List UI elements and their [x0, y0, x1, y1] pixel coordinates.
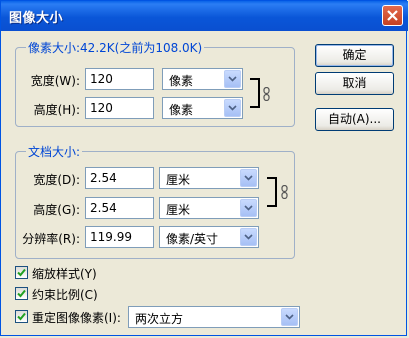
resolution-unit-value: 像素/英寸 — [166, 232, 219, 246]
auto-button[interactable]: 自动(A)... — [315, 108, 394, 131]
chevron-down-icon — [244, 234, 253, 240]
checkmark-icon — [17, 289, 26, 298]
close-button[interactable] — [382, 5, 403, 26]
pixel-width-label: 宽度(W): — [30, 74, 80, 88]
chain-link-icon — [263, 87, 270, 101]
close-icon — [387, 10, 398, 21]
resolution-unit-select[interactable]: 像素/英寸 — [159, 226, 259, 248]
scale-styles-checkbox[interactable] — [15, 266, 28, 279]
document-height-unit-select[interactable]: 厘米 — [159, 197, 259, 219]
document-width-input[interactable]: 2.54 — [85, 167, 154, 189]
pixel-height-unit-select[interactable]: 像素 — [162, 97, 243, 119]
document-height-label: 高度(G): — [33, 203, 80, 217]
dropdown-arrow-button[interactable] — [224, 99, 241, 117]
resample-method-select[interactable]: 两次立方 — [128, 306, 300, 328]
document-constrain-bracket — [267, 177, 277, 207]
resolution-label: 分辨率(R): — [22, 232, 80, 246]
checkmark-icon — [17, 268, 26, 277]
pixel-height-unit-value: 像素 — [169, 103, 194, 117]
document-width-label: 宽度(D): — [33, 173, 80, 187]
document-height-input[interactable]: 2.54 — [85, 197, 154, 219]
resolution-input[interactable]: 119.99 — [85, 226, 154, 248]
pixel-width-unit-value: 像素 — [169, 74, 194, 88]
document-height-unit-value: 厘米 — [166, 203, 191, 217]
dropdown-arrow-button[interactable] — [240, 169, 257, 187]
constrain-proportions-label[interactable]: 约束比例(C) — [32, 286, 98, 303]
pixel-height-input[interactable]: 120 — [85, 97, 154, 119]
chevron-down-icon — [244, 175, 253, 181]
resample-method-value: 两次立方 — [135, 312, 184, 326]
dropdown-arrow-button[interactable] — [281, 308, 298, 326]
dialog-title: 图像大小 — [9, 11, 64, 26]
dropdown-arrow-button[interactable] — [240, 228, 257, 246]
chevron-down-icon — [228, 76, 237, 82]
chevron-down-icon — [244, 205, 253, 211]
title-bar[interactable]: 图像大小 — [1, 1, 408, 31]
document-width-unit-value: 厘米 — [166, 173, 191, 187]
chain-link-icon — [281, 185, 288, 199]
document-size-title: 文档大小: — [26, 143, 83, 160]
dropdown-arrow-button[interactable] — [240, 199, 257, 217]
pixel-height-label: 高度(H): — [33, 103, 80, 117]
constrain-proportions-checkbox[interactable] — [15, 287, 28, 300]
resample-image-checkbox[interactable] — [15, 310, 28, 323]
resample-image-label[interactable]: 重定图像像素(I): — [32, 309, 121, 326]
chevron-down-icon — [228, 105, 237, 111]
pixel-width-input[interactable]: 120 — [85, 68, 154, 90]
dropdown-arrow-button[interactable] — [224, 70, 241, 88]
checkmark-icon — [17, 312, 26, 321]
cancel-button[interactable]: 取消 — [315, 72, 394, 95]
pixel-constrain-bracket — [250, 78, 260, 108]
chevron-down-icon — [285, 314, 294, 320]
document-width-unit-select[interactable]: 厘米 — [159, 167, 259, 189]
scale-styles-label[interactable]: 缩放样式(Y) — [32, 265, 97, 282]
ok-button[interactable]: 确定 — [315, 44, 394, 67]
pixel-width-unit-select[interactable]: 像素 — [162, 68, 243, 90]
pixel-dimensions-title: 像素大小:42.2K(之前为108.0K) — [26, 39, 205, 56]
image-size-dialog: 图像大小 像素大小:42.2K(之前为108.0K) 宽度(W): 120 像素… — [0, 0, 408, 336]
